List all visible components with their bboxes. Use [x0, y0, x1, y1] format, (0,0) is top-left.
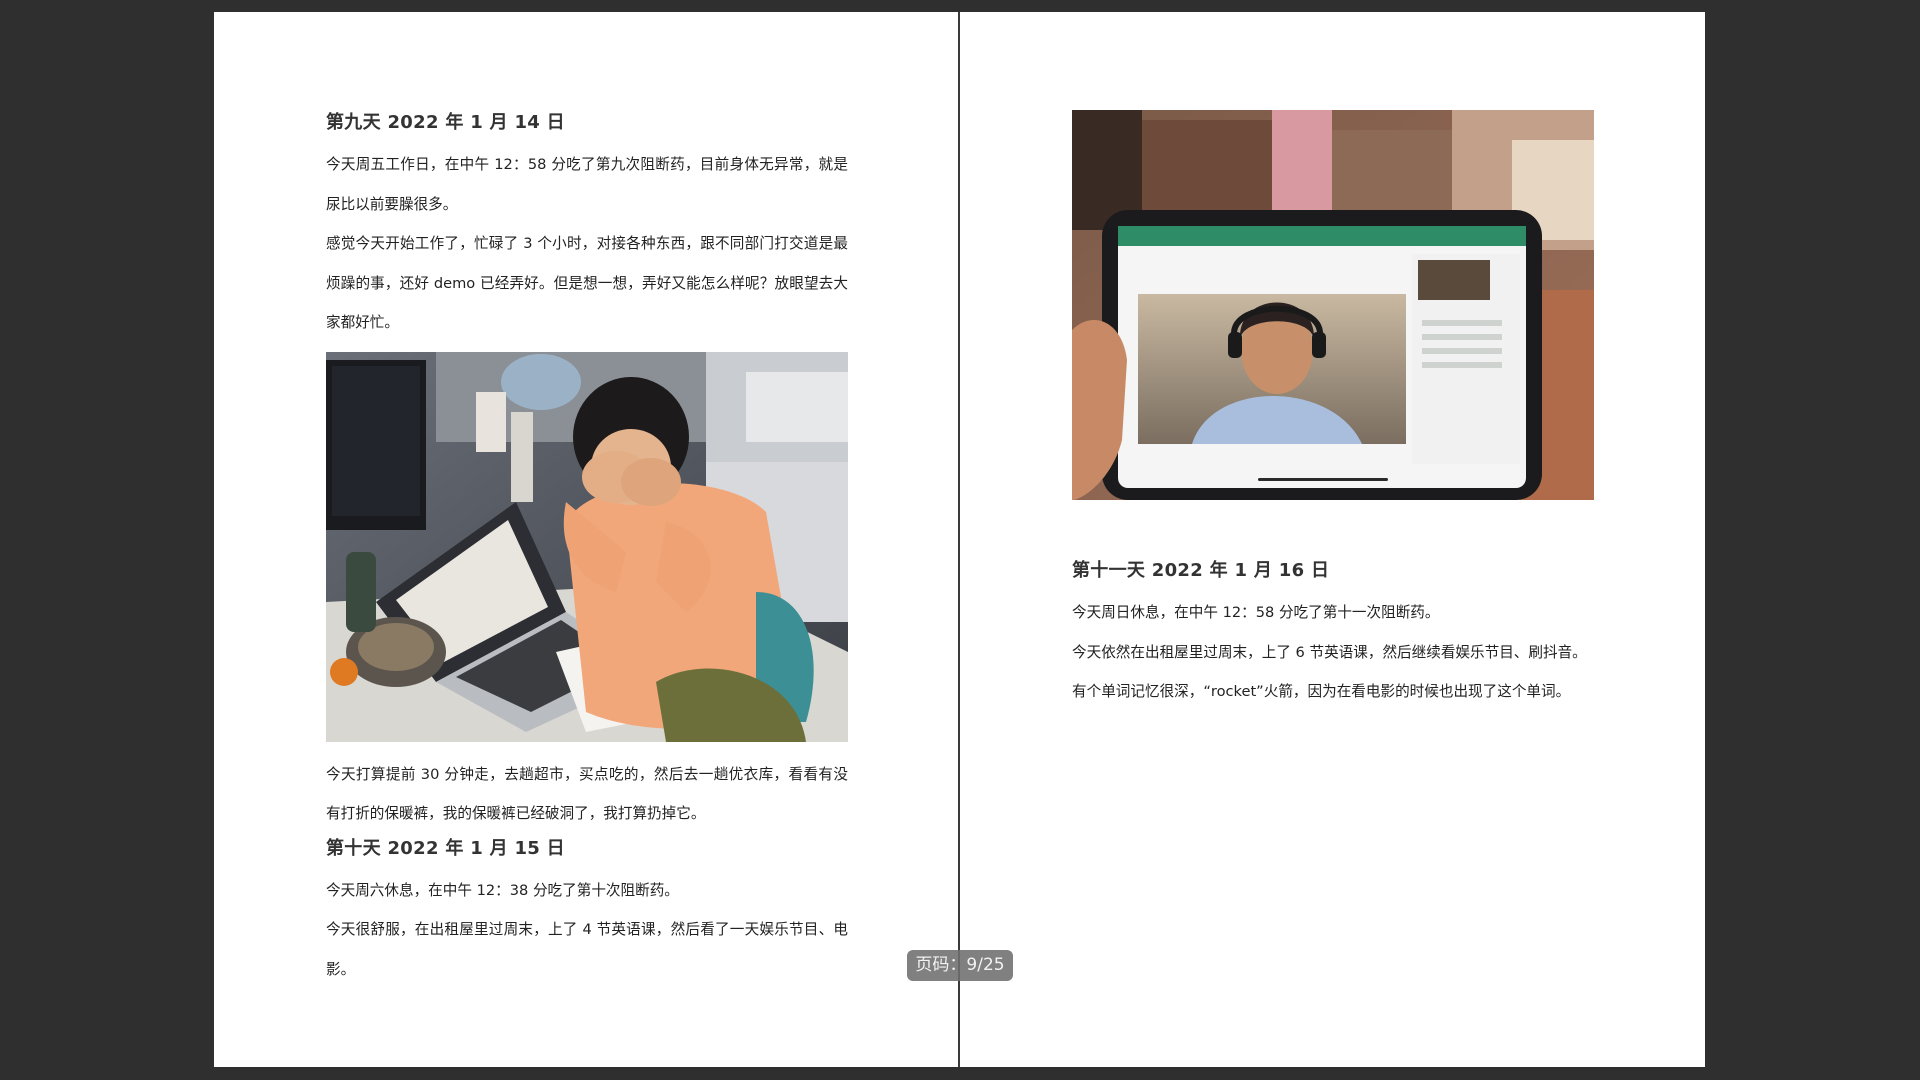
- day9-paragraph-2: 感觉今天开始工作了，忙碌了 3 个小时，对接各种东西，跟不同部门打交道是最烦躁的…: [326, 235, 848, 331]
- right-page-content: 第十一天 2022 年 1 月 16 日 今天周日休息，在中午 12：58 分吃…: [1072, 110, 1594, 712]
- document-viewer: 第九天 2022 年 1 月 14 日 今天周五工作日，在中午 12：58 分吃…: [0, 0, 1920, 1080]
- right-page: 第十一天 2022 年 1 月 16 日 今天周日休息，在中午 12：58 分吃…: [960, 12, 1705, 1067]
- day9-after-photo-paragraph: 今天打算提前 30 分钟走，去趟超市，买点吃的，然后去一趟优衣库，看看有没有打折…: [326, 765, 848, 823]
- page-indicator-value: 9/25: [966, 955, 1005, 975]
- page-number-indicator: 页码：9/25: [907, 950, 1013, 981]
- day11-paragraph-3: 有个单词记忆很深，“rocket”火箭，因为在看电影的时候也出现了这个单词。: [1072, 683, 1571, 700]
- left-page: 第九天 2022 年 1 月 14 日 今天周五工作日，在中午 12：58 分吃…: [214, 12, 958, 1067]
- day10-paragraph-2: 今天很舒服，在出租屋里过周末，上了 4 节英语课，然后看了一天娱乐节目、电影。: [326, 921, 848, 978]
- day9-heading: 第九天 2022 年 1 月 14 日: [326, 112, 565, 133]
- day10-heading: 第十天 2022 年 1 月 15 日: [326, 837, 565, 859]
- day11-heading: 第十一天 2022 年 1 月 16 日: [1072, 560, 1330, 581]
- office-desk-photo: [326, 351, 848, 742]
- day9-paragraph-1: 今天周五工作日，在中午 12：58 分吃了第九次阻断药，目前身体无异常，就是尿比…: [326, 156, 848, 213]
- day11-paragraph-2: 今天依然在出租屋里过周末，上了 6 节英语课，然后继续看娱乐节目、刷抖音。: [1072, 643, 1587, 661]
- page-indicator-label: 页码：: [915, 955, 967, 975]
- left-page-content: 第九天 2022 年 1 月 14 日 今天周五工作日，在中午 12：58 分吃…: [326, 110, 848, 989]
- day10-paragraph-1: 今天周六休息，在中午 12：38 分吃了第十次阻断药。: [326, 881, 679, 899]
- page-spread: 第九天 2022 年 1 月 14 日 今天周五工作日，在中午 12：58 分吃…: [214, 12, 1705, 1067]
- day11-paragraph-1: 今天周日休息，在中午 12：58 分吃了第十一次阻断药。: [1072, 604, 1440, 621]
- tablet-video-call-photo: [1072, 110, 1594, 500]
